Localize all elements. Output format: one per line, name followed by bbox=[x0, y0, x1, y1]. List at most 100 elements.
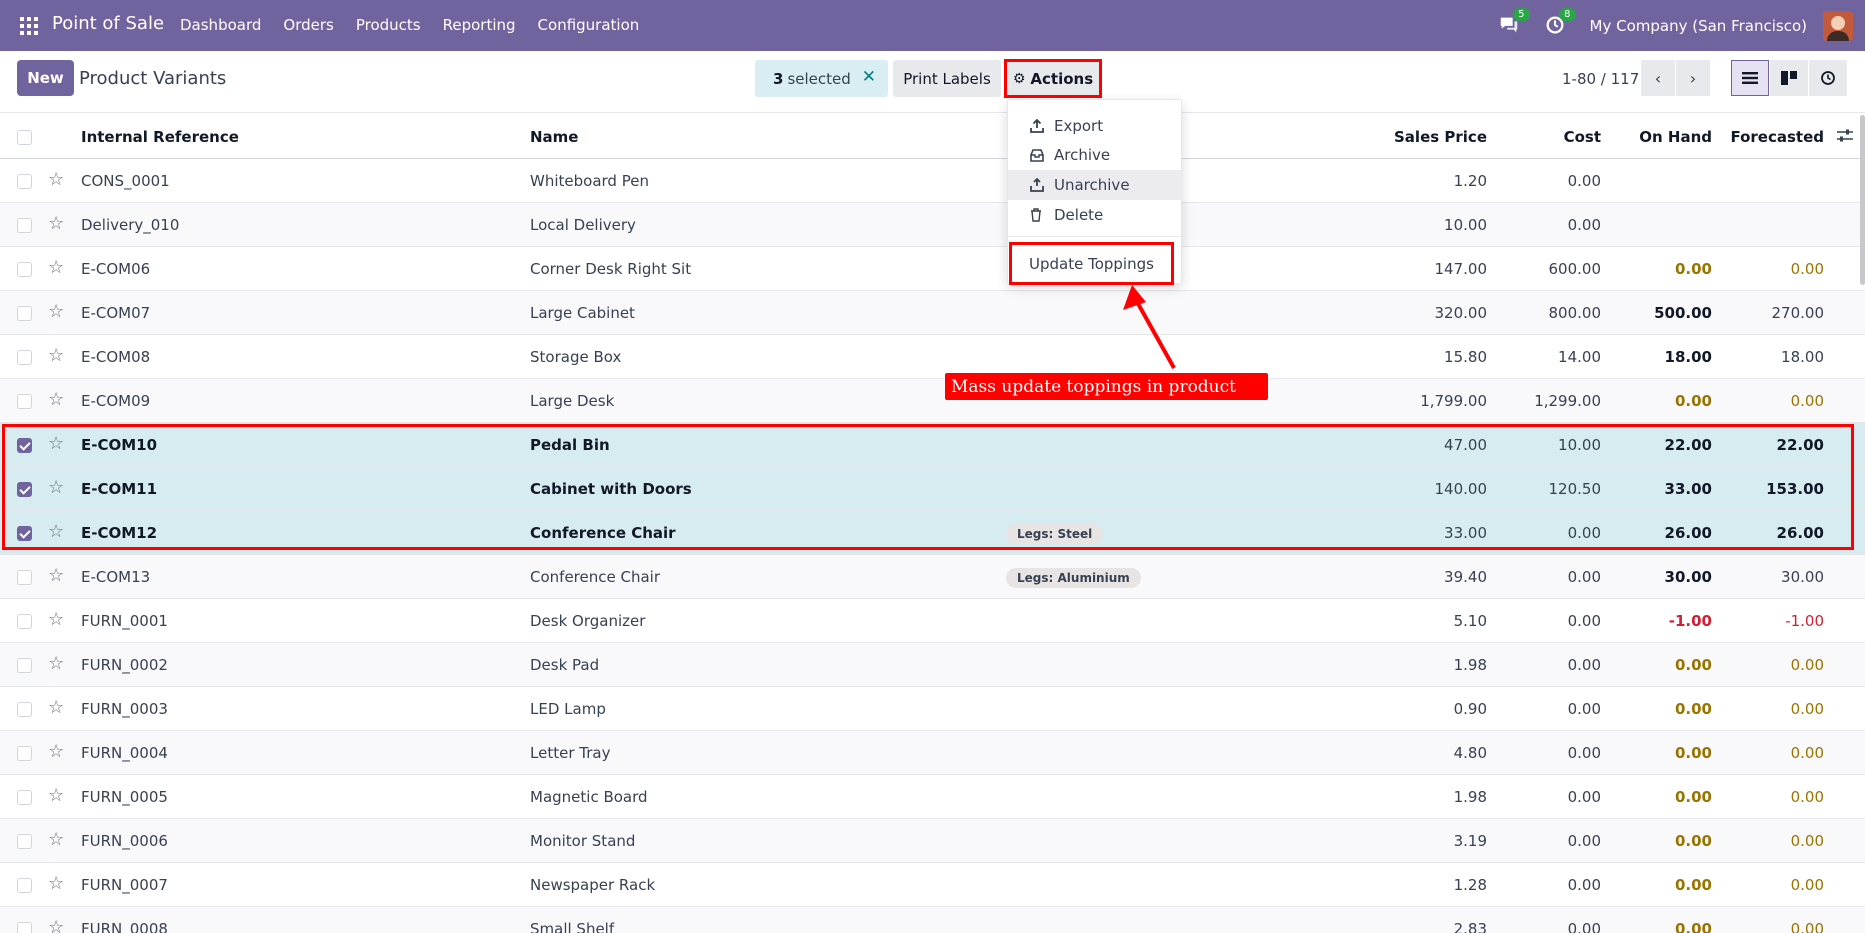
row-checkbox[interactable] bbox=[17, 614, 32, 629]
favorite-star-icon[interactable]: ☆ bbox=[48, 599, 64, 641]
action-archive[interactable]: Archive bbox=[1008, 140, 1183, 170]
menu-dashboard[interactable]: Dashboard bbox=[180, 16, 261, 34]
pager-previous-button[interactable]: ‹ bbox=[1641, 60, 1675, 96]
favorite-star-icon[interactable]: ☆ bbox=[48, 291, 64, 333]
list-view-button[interactable] bbox=[1731, 60, 1769, 96]
favorite-star-icon[interactable]: ☆ bbox=[48, 511, 64, 553]
select-all-checkbox[interactable] bbox=[17, 130, 32, 145]
table-row[interactable]: ☆ FURN_0004 Letter Tray 4.80 0.00 0.00 0.00 bbox=[0, 731, 1865, 775]
favorite-star-icon[interactable]: ☆ bbox=[48, 643, 64, 685]
menu-products[interactable]: Products bbox=[356, 16, 421, 34]
user-avatar[interactable] bbox=[1823, 10, 1853, 41]
table-row[interactable]: ☆ CONS_0001 Whiteboard Pen 1.20 0.00 bbox=[0, 159, 1865, 203]
row-checkbox[interactable] bbox=[17, 658, 32, 673]
table-row[interactable]: ☆ E-COM07 Large Cabinet 320.00 800.00 500.00 2… bbox=[0, 291, 1865, 335]
row-checkbox[interactable] bbox=[17, 262, 32, 277]
table-row[interactable]: ☆ E-COM09 Large Desk 1,799.00 1,299.00 0.00 0.… bbox=[0, 379, 1865, 423]
table-row[interactable]: ☆ FURN_0003 LED Lamp 0.90 0.00 0.00 0.00 bbox=[0, 687, 1865, 731]
menu-orders[interactable]: Orders bbox=[283, 16, 333, 34]
optional-columns-icon[interactable] bbox=[1837, 129, 1853, 143]
col-cost[interactable]: Cost bbox=[1500, 115, 1601, 159]
action-unarchive[interactable]: Unarchive bbox=[1008, 170, 1183, 200]
menu-reporting[interactable]: Reporting bbox=[443, 16, 516, 34]
favorite-star-icon[interactable]: ☆ bbox=[48, 863, 64, 905]
table-row[interactable]: ☆ E-COM10 Pedal Bin 47.00 10.00 22.00 22.00 bbox=[0, 423, 1865, 467]
table-row[interactable]: ☆ FURN_0002 Desk Pad 1.98 0.00 0.00 0.00 bbox=[0, 643, 1865, 687]
action-export[interactable]: Export bbox=[1008, 111, 1183, 141]
new-button[interactable]: New bbox=[17, 60, 74, 96]
row-checkbox[interactable] bbox=[17, 878, 32, 893]
col-forecasted[interactable]: Forecasted bbox=[1720, 115, 1824, 159]
favorite-star-icon[interactable]: ☆ bbox=[48, 423, 64, 465]
table-row[interactable]: ☆ E-COM12 Conference Chair Legs: Steel 33.00… bbox=[0, 511, 1865, 555]
favorite-star-icon[interactable]: ☆ bbox=[48, 159, 64, 201]
row-checkbox[interactable] bbox=[17, 394, 32, 409]
table-row[interactable]: ☆ E-COM13 Conference Chair Legs: Aluminium 3… bbox=[0, 555, 1865, 599]
table-row[interactable]: ☆ FURN_0006 Monitor Stand 3.19 0.00 0.00 0.00 bbox=[0, 819, 1865, 863]
action-delete-label: Delete bbox=[1054, 206, 1104, 224]
row-checkbox[interactable] bbox=[17, 526, 32, 541]
row-checkbox[interactable] bbox=[17, 438, 32, 453]
row-checkbox[interactable] bbox=[17, 834, 32, 849]
row-checkbox[interactable] bbox=[17, 702, 32, 717]
row-checkbox[interactable] bbox=[17, 922, 32, 933]
col-sales-price[interactable]: Sales Price bbox=[1300, 115, 1487, 159]
row-checkbox[interactable] bbox=[17, 482, 32, 497]
row-checkbox[interactable] bbox=[17, 218, 32, 233]
favorite-star-icon[interactable]: ☆ bbox=[48, 687, 64, 729]
menu-configuration[interactable]: Configuration bbox=[538, 16, 640, 34]
cell-cost: 0.00 bbox=[1567, 172, 1601, 190]
favorite-star-icon[interactable]: ☆ bbox=[48, 203, 64, 245]
action-delete[interactable]: Delete bbox=[1008, 200, 1183, 230]
cell-cost: 120.50 bbox=[1548, 480, 1602, 498]
favorite-star-icon[interactable]: ☆ bbox=[48, 819, 64, 861]
messages-badge: 5 bbox=[1513, 7, 1530, 21]
clear-selection-icon[interactable]: ✕ bbox=[862, 67, 876, 87]
list-header: Internal Reference Name Sales Price Cost… bbox=[0, 115, 1865, 159]
activities-icon[interactable]: 8 bbox=[1544, 7, 1576, 38]
table-row[interactable]: ☆ E-COM08 Storage Box 15.80 14.00 18.00 18.00 bbox=[0, 335, 1865, 379]
print-labels-button[interactable]: Print Labels bbox=[893, 60, 1001, 97]
cell-forecasted: 153.00 bbox=[1766, 480, 1824, 498]
favorite-star-icon[interactable]: ☆ bbox=[48, 379, 64, 421]
cell-sales-price: 140.00 bbox=[1434, 480, 1488, 498]
activity-view-button[interactable] bbox=[1809, 60, 1847, 96]
favorite-star-icon[interactable]: ☆ bbox=[48, 731, 64, 773]
cell-on-hand: 0.00 bbox=[1674, 788, 1712, 806]
favorite-star-icon[interactable]: ☆ bbox=[48, 467, 64, 509]
favorite-star-icon[interactable]: ☆ bbox=[48, 247, 64, 289]
action-update-toppings[interactable]: Update Toppings bbox=[1009, 242, 1174, 285]
table-row[interactable]: ☆ E-COM06 Corner Desk Right Sit 147.00 600.0… bbox=[0, 247, 1865, 291]
kanban-view-button[interactable] bbox=[1770, 60, 1808, 96]
app-title[interactable]: Point of Sale bbox=[52, 13, 164, 34]
table-row[interactable]: ☆ E-COM11 Cabinet with Doors 140.00 120.50 33… bbox=[0, 467, 1865, 511]
row-checkbox[interactable] bbox=[17, 306, 32, 321]
pager-next-button[interactable]: › bbox=[1676, 60, 1710, 96]
table-row[interactable]: ☆ FURN_0007 Newspaper Rack 1.28 0.00 0.00 0.00 bbox=[0, 863, 1865, 907]
cell-forecasted: 270.00 bbox=[1771, 304, 1825, 322]
company-switcher[interactable]: My Company (San Francisco) bbox=[1590, 17, 1807, 35]
app-menu-icon[interactable] bbox=[20, 17, 38, 35]
row-checkbox[interactable] bbox=[17, 570, 32, 585]
archive-icon bbox=[1030, 148, 1046, 162]
row-checkbox[interactable] bbox=[17, 746, 32, 761]
clock-icon bbox=[1821, 71, 1835, 85]
favorite-star-icon[interactable]: ☆ bbox=[48, 335, 64, 377]
table-row[interactable]: ☆ FURN_0005 Magnetic Board 1.98 0.00 0.00 0.00 bbox=[0, 775, 1865, 819]
messages-icon[interactable]: 5 bbox=[1498, 7, 1530, 38]
favorite-star-icon[interactable]: ☆ bbox=[48, 555, 64, 597]
pager-value[interactable]: 1-80 / 117 bbox=[1562, 70, 1639, 88]
table-row[interactable]: ☆ FURN_0008 Small Shelf 2.83 0.00 0.00 0.00 bbox=[0, 907, 1865, 933]
col-internal-reference[interactable]: Internal Reference bbox=[81, 115, 239, 159]
row-checkbox[interactable] bbox=[17, 790, 32, 805]
favorite-star-icon[interactable]: ☆ bbox=[48, 775, 64, 817]
row-checkbox[interactable] bbox=[17, 350, 32, 365]
table-row[interactable]: ☆ Delivery_010 Local Delivery 10.00 0.00 bbox=[0, 203, 1865, 247]
row-checkbox[interactable] bbox=[17, 174, 32, 189]
favorite-star-icon[interactable]: ☆ bbox=[48, 907, 64, 933]
col-name[interactable]: Name bbox=[530, 115, 578, 159]
col-on-hand[interactable]: On Hand bbox=[1610, 115, 1712, 159]
actions-button[interactable]: ⚙ Actions bbox=[1004, 59, 1102, 98]
list-scrollbar[interactable] bbox=[1860, 115, 1865, 285]
table-row[interactable]: ☆ FURN_0001 Desk Organizer 5.10 0.00 -1.00 -1.… bbox=[0, 599, 1865, 643]
